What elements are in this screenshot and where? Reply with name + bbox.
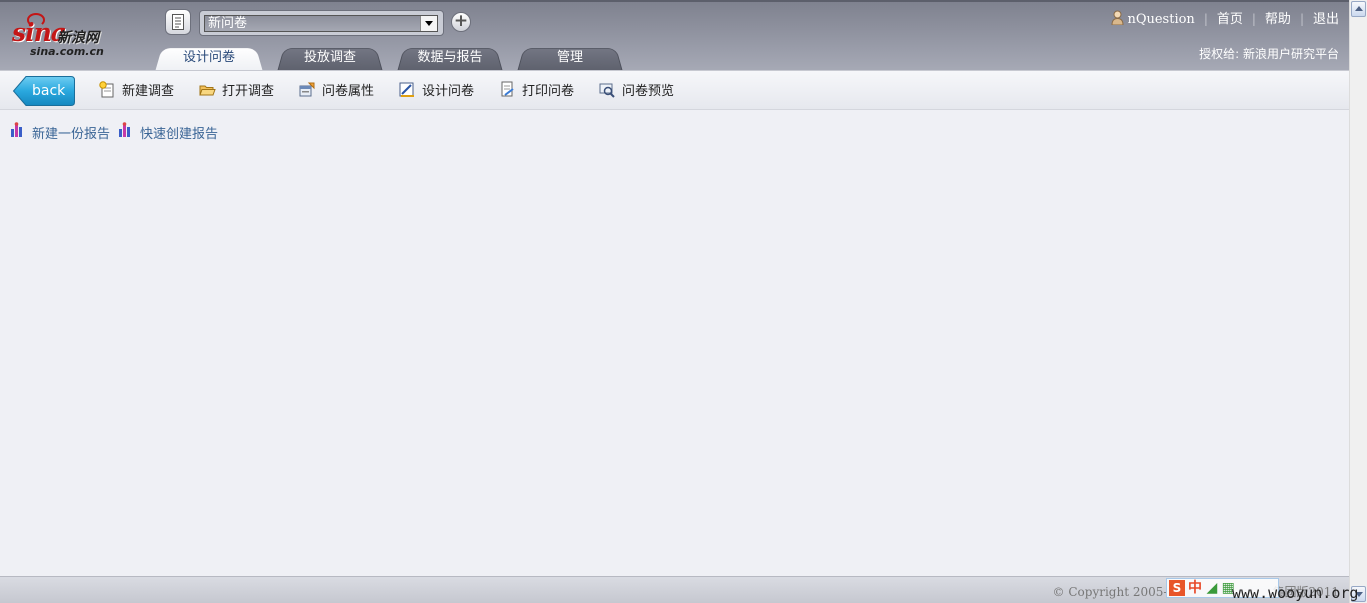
- new-survey-icon: [99, 81, 114, 98]
- footer: © Copyright 2005- 集团版2011: [0, 576, 1349, 603]
- new-report-link[interactable]: 新建一份报告: [10, 122, 110, 142]
- user-name[interactable]: nQuestion: [1127, 12, 1194, 27]
- tab-deploy[interactable]: 投放调查: [277, 44, 383, 72]
- survey-document-icon[interactable]: [165, 9, 191, 35]
- design-icon: [399, 82, 414, 97]
- vertical-scrollbar[interactable]: [1349, 0, 1367, 603]
- top-nav: nQuestion | 首页 | 帮助 | 退出: [1111, 8, 1339, 27]
- logout-link[interactable]: 退出: [1313, 12, 1339, 27]
- report-icon: [119, 122, 130, 137]
- print-survey-button[interactable]: 打印问卷: [499, 81, 574, 101]
- preview-survey-button[interactable]: 问卷预览: [599, 81, 674, 101]
- back-button[interactable]: back: [12, 75, 76, 107]
- sina-logo[interactable]: sina 新浪网 sina.com.cn: [10, 12, 122, 62]
- help-link[interactable]: 帮助: [1265, 12, 1291, 27]
- app-frame: sina 新浪网 sina.com.cn 新问卷 + 设计问卷 投放调查 数据与…: [0, 0, 1349, 603]
- new-survey-label: 新建调查: [122, 84, 175, 99]
- scroll-up-button[interactable]: [1351, 1, 1366, 17]
- report-icon: [11, 122, 22, 137]
- survey-select-text: 新问卷: [208, 16, 248, 31]
- ime-punctuation-icon: ◢ ▦: [1202, 580, 1235, 596]
- survey-select-value[interactable]: 新问卷: [204, 15, 438, 32]
- new-report-label: 新建一份报告: [32, 127, 111, 142]
- quick-report-label: 快速创建报告: [140, 127, 219, 142]
- tab-manage-label: 管理: [556, 50, 583, 65]
- tab-manage[interactable]: 管理: [517, 44, 623, 72]
- ime-logo-icon: S: [1169, 580, 1185, 596]
- logo-domain-text: sina.com.cn: [30, 45, 104, 58]
- watermark-text: www.wooyun.org: [1232, 584, 1359, 602]
- open-survey-label: 打开调查: [222, 84, 275, 99]
- survey-properties-button[interactable]: 问卷属性: [299, 81, 374, 101]
- new-survey-button[interactable]: 新建调查: [99, 81, 174, 101]
- header: sina 新浪网 sina.com.cn 新问卷 + 设计问卷 投放调查 数据与…: [0, 0, 1349, 72]
- toolbar: back 新建调查 打开调查 问卷属性 设计问卷 打印问卷 问卷预览: [0, 70, 1349, 110]
- tab-data-report[interactable]: 数据与报告: [397, 44, 503, 72]
- preview-icon: [599, 83, 615, 98]
- open-folder-icon: [199, 85, 216, 96]
- tab-data-report-label: 数据与报告: [417, 50, 483, 65]
- print-survey-label: 打印问卷: [522, 84, 575, 99]
- user-icon: [1111, 10, 1124, 25]
- survey-select[interactable]: 新问卷: [199, 10, 444, 36]
- chevron-down-icon[interactable]: [420, 16, 437, 31]
- ime-chinese-mode[interactable]: 中: [1188, 580, 1202, 596]
- print-icon: [501, 81, 514, 97]
- quick-report-link[interactable]: 快速创建报告: [118, 122, 218, 142]
- preview-survey-label: 问卷预览: [622, 84, 675, 99]
- add-survey-button[interactable]: +: [451, 12, 471, 32]
- logo-cn-text: 新浪网: [57, 30, 99, 46]
- design-survey-label: 设计问卷: [422, 84, 475, 99]
- tab-design[interactable]: 设计问卷: [155, 44, 263, 72]
- survey-properties-label: 问卷属性: [322, 84, 375, 99]
- properties-icon: [299, 82, 315, 97]
- home-link[interactable]: 首页: [1217, 12, 1243, 27]
- tab-design-label: 设计问卷: [182, 50, 235, 65]
- open-survey-button[interactable]: 打开调查: [199, 81, 274, 101]
- design-survey-button[interactable]: 设计问卷: [399, 81, 474, 101]
- authorized-text: 授权给: 新浪用户研究平台: [1199, 47, 1339, 61]
- content-area: 新建一份报告 快速创建报告: [0, 110, 1349, 576]
- tab-deploy-label: 投放调查: [303, 50, 356, 65]
- back-label: back: [32, 83, 66, 99]
